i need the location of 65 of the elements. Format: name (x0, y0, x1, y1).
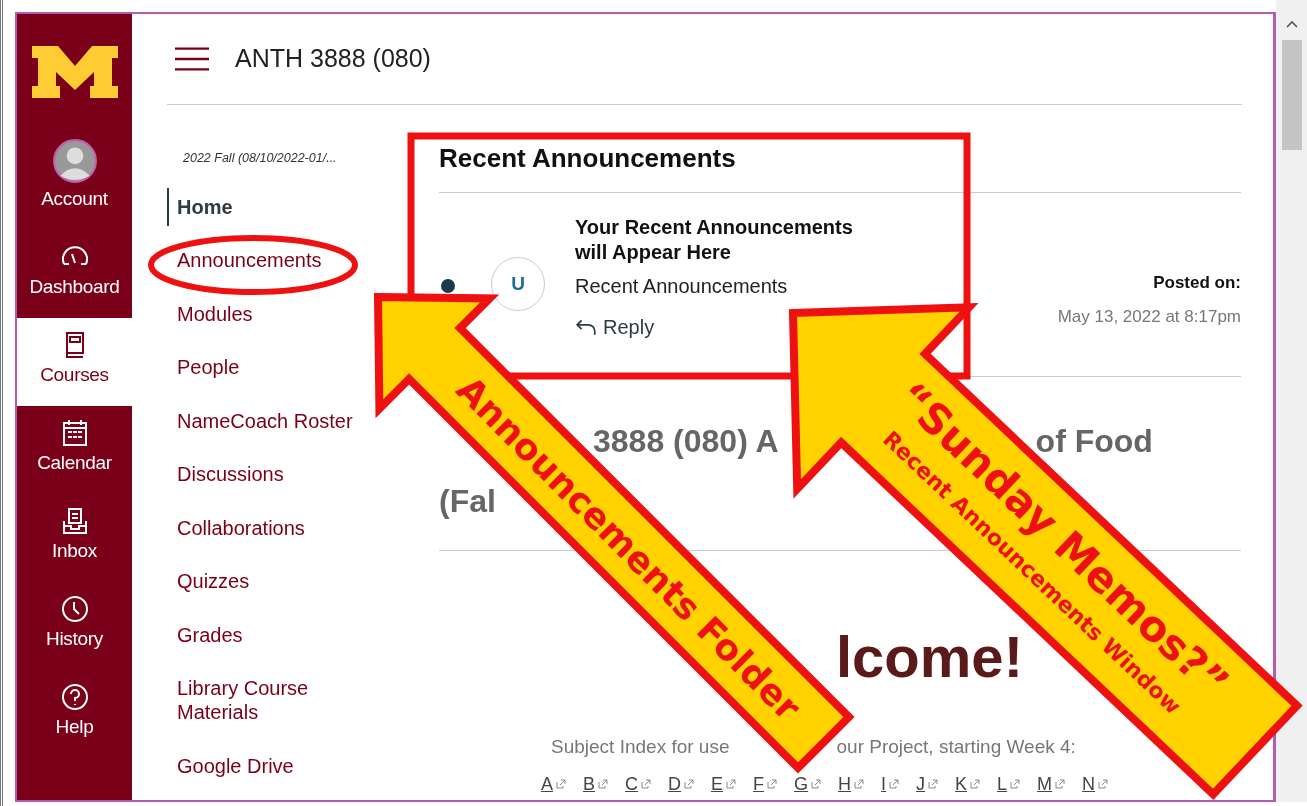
index-link[interactable]: N (1082, 773, 1109, 795)
external-link-icon (811, 779, 822, 789)
course-nav-link[interactable]: Grades (167, 615, 251, 654)
external-link-icon (970, 779, 981, 789)
course-nav-link[interactable]: Discussions (167, 455, 292, 493)
global-nav-item[interactable]: Inbox (17, 494, 132, 582)
index-link[interactable]: J (916, 773, 939, 795)
reply-link[interactable]: Reply (575, 315, 655, 339)
index-link[interactable]: H (838, 773, 865, 795)
course-nav-link[interactable]: NameCoach Roster (167, 401, 361, 440)
subject-index-text: Subject Index for use (551, 735, 730, 758)
course-title: ANTH 3888 (080) (235, 44, 431, 74)
index-link[interactable]: A (541, 773, 566, 795)
external-link-icon (598, 779, 609, 789)
external-link-icon (641, 779, 652, 789)
section-heading: Recent Announcements (439, 104, 1241, 193)
term-label: 2022 Fall (08/10/2022-01/... (183, 150, 337, 165)
external-link-icon (726, 779, 737, 789)
course-nav-link[interactable]: Library Course Materials (167, 669, 385, 731)
course-nav-link[interactable]: Home (167, 187, 241, 226)
global-nav-item[interactable]: Dashboard (17, 230, 132, 318)
course-nav-link[interactable]: Modules (167, 294, 261, 333)
posted-label: Posted on: (1152, 272, 1241, 293)
scroll-thumb[interactable] (1281, 40, 1302, 150)
announcement-title[interactable]: Your Recent Announcements will Appear Here (575, 214, 885, 265)
external-link-icon (1055, 779, 1066, 789)
index-link[interactable]: D (668, 773, 695, 795)
external-link-icon (889, 779, 900, 789)
index-link[interactable]: F (753, 773, 778, 795)
global-nav-item[interactable]: Help (17, 670, 132, 758)
course-nav-link[interactable]: People (167, 348, 248, 386)
external-link-icon (767, 779, 778, 789)
subject-index-text: our Project, starting Week 4: (836, 735, 1076, 758)
global-nav-item[interactable]: Account (17, 132, 132, 230)
index-link[interactable]: G (794, 773, 822, 795)
clock-icon (59, 594, 90, 624)
index-link[interactable]: L (997, 773, 1021, 795)
scrollbar[interactable] (1276, 0, 1307, 802)
course-nav-link[interactable]: Collaborations (167, 508, 313, 547)
global-nav-item[interactable]: Calendar (17, 406, 132, 494)
index-link[interactable]: C (625, 773, 652, 795)
course-nav-link[interactable]: Quizzes (167, 562, 258, 600)
reply-arrow-icon (575, 317, 597, 337)
index-link[interactable]: M (1037, 773, 1066, 795)
external-link-icon (556, 779, 566, 789)
external-link-icon (684, 779, 695, 789)
index-link[interactable]: I (881, 773, 900, 795)
menu-icon[interactable] (175, 45, 209, 72)
scroll-up-icon[interactable] (1285, 20, 1298, 28)
external-link-icon (854, 779, 865, 789)
course-nav-link[interactable]: Announcements (167, 241, 330, 279)
external-link-icon (928, 779, 939, 789)
posted-date: May 13, 2022 at 8:17pm (1057, 306, 1241, 327)
global-nav-item[interactable]: History (17, 582, 132, 670)
external-link-icon (1098, 779, 1109, 789)
index-link[interactable]: B (583, 773, 609, 795)
announcement-message: Recent Announcements (575, 274, 789, 298)
index-link[interactable]: K (955, 773, 981, 795)
global-nav-item[interactable]: Courses (17, 318, 132, 406)
avatar-icon (51, 138, 98, 184)
help-icon (59, 682, 90, 712)
course-nav-link[interactable]: Google Drive (167, 746, 302, 785)
external-link-icon (1010, 779, 1021, 789)
index-link[interactable]: E (711, 773, 737, 795)
block-m-logo[interactable] (29, 44, 120, 100)
